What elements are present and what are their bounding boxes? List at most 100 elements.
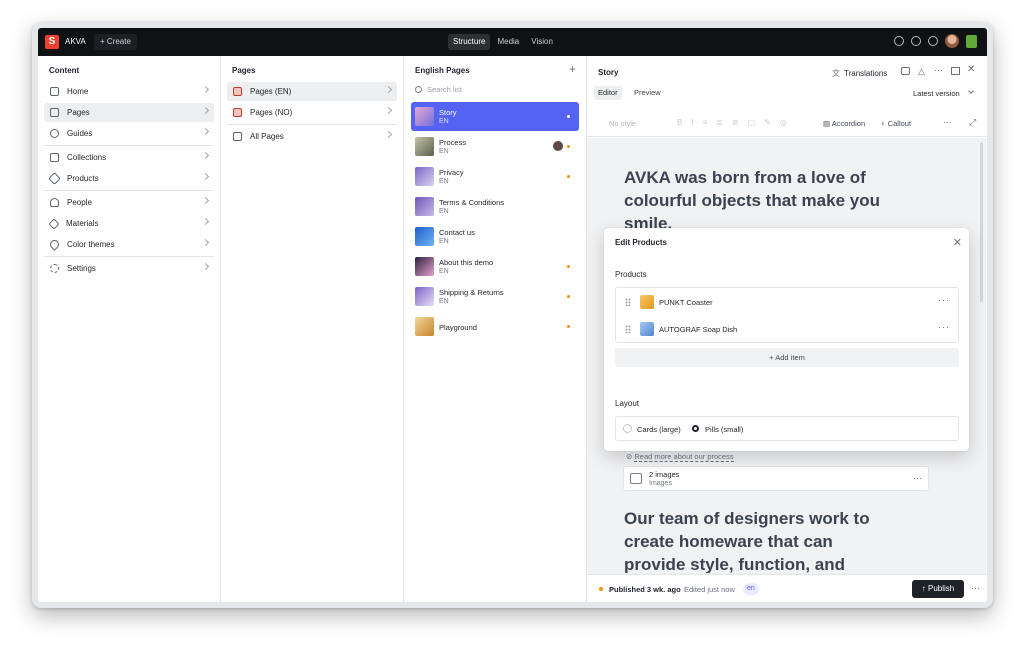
publish-label: Publish	[927, 584, 955, 593]
expand-icon[interactable]: ⤢	[969, 117, 976, 128]
nav-item-people[interactable]: People	[44, 193, 214, 212]
images-block[interactable]: 2 images Images ···	[623, 466, 929, 491]
more-icon[interactable]: ···	[934, 65, 943, 75]
chevron-right-icon	[201, 262, 210, 271]
image-icon[interactable]: ▢	[748, 118, 756, 127]
search-list-field[interactable]: Search list	[415, 83, 575, 97]
doc-item-shipping[interactable]: Shipping & Returns EN	[411, 282, 579, 311]
nav-label: All Pages	[250, 132, 284, 141]
doc-title: Contact us	[439, 228, 475, 237]
drag-handle-icon[interactable]	[625, 325, 631, 333]
doc-item-playground[interactable]: Playground	[411, 312, 579, 341]
split-pane-icon[interactable]	[951, 67, 960, 75]
presence-icon[interactable]	[928, 36, 938, 46]
comment-icon[interactable]	[901, 67, 910, 75]
bold-icon[interactable]: B	[677, 118, 682, 127]
toolbar-more-icon[interactable]: ···	[943, 117, 952, 127]
nav-label: Settings	[67, 264, 96, 273]
italic-icon[interactable]: I	[691, 118, 693, 127]
gear-icon	[50, 264, 59, 273]
globe-icon[interactable]: ◎	[780, 118, 787, 127]
footer-more-icon[interactable]: ···	[971, 583, 980, 593]
callout-button[interactable]: ♀ Callout	[880, 119, 911, 128]
doc-item-story[interactable]: Story EN	[411, 102, 579, 131]
pages-item-no[interactable]: Pages (NO)	[227, 103, 397, 122]
search-icon[interactable]	[894, 36, 904, 46]
tab-editor[interactable]: Editor	[594, 86, 622, 100]
pane-title-content: Content	[49, 66, 80, 75]
warning-icon[interactable]: △	[918, 66, 925, 77]
workspace-name[interactable]: AKVA	[65, 37, 86, 46]
nav-item-settings[interactable]: Settings	[44, 259, 214, 278]
chevron-right-icon	[201, 127, 210, 136]
nav-item-products[interactable]: Products	[44, 169, 214, 188]
nav-item-collections[interactable]: Collections	[44, 148, 214, 167]
item-more-icon[interactable]: ···	[938, 322, 950, 332]
version-select[interactable]: Latest version	[913, 89, 960, 98]
add-item-button[interactable]: + Add item	[615, 348, 959, 367]
list-icon[interactable]: ≡	[703, 118, 708, 127]
translations-button[interactable]: 文 Translations	[832, 68, 887, 79]
product-label: AUTOGRAF Soap Dish	[659, 325, 738, 334]
help-icon[interactable]	[911, 36, 921, 46]
close-icon[interactable]: ✕	[953, 236, 962, 249]
product-item[interactable]: AUTOGRAF Soap Dish ···	[616, 317, 958, 341]
doc-item-privacy[interactable]: Privacy EN	[411, 162, 579, 191]
doc-thumbnail	[415, 197, 434, 216]
doc-subtitle: EN	[439, 118, 449, 125]
radio-cards-large[interactable]	[623, 424, 632, 433]
user-avatar[interactable]	[945, 34, 959, 48]
doc-item-contact[interactable]: Contact us EN	[411, 222, 579, 251]
nav-label: Pages	[67, 108, 90, 117]
nav-item-materials[interactable]: Materials	[44, 214, 214, 233]
add-document-icon[interactable]: +	[569, 62, 576, 76]
radio-label[interactable]: Cards (large)	[637, 425, 681, 434]
item-more-icon[interactable]: ···	[938, 295, 950, 305]
link-icon[interactable]: ⊘	[732, 118, 739, 127]
chevron-right-icon	[201, 217, 210, 226]
doc-title: Process	[439, 138, 467, 147]
nav-item-home[interactable]: Home	[44, 82, 214, 101]
nav-item-pages[interactable]: Pages	[44, 103, 214, 122]
doc-subtitle: EN	[439, 298, 449, 305]
tool-structure[interactable]: Structure	[448, 34, 491, 50]
accordion-button[interactable]: ▤ Accordion	[823, 119, 865, 128]
nav-item-guides[interactable]: Guides	[44, 124, 214, 143]
style-select[interactable]: No style	[609, 119, 636, 128]
product-item[interactable]: PUNKT Coaster ···	[616, 290, 958, 314]
numbered-list-icon[interactable]: ≣	[716, 118, 723, 127]
nav-item-color-themes[interactable]: Color themes	[44, 235, 214, 254]
radio-pills-small[interactable]	[692, 425, 699, 432]
pane-title-pages: Pages	[232, 66, 256, 75]
sanity-logo-icon[interactable]: S	[45, 35, 59, 49]
image-icon	[630, 473, 642, 484]
pen-icon[interactable]: ✎	[764, 118, 771, 127]
publish-button[interactable]: ↑ Publish	[912, 580, 964, 598]
doc-item-about[interactable]: About this demo EN	[411, 252, 579, 281]
process-link[interactable]: ⊘ Read more about our process	[626, 452, 734, 462]
drag-handle-icon[interactable]	[625, 298, 631, 306]
page-icon	[233, 132, 242, 141]
tool-vision[interactable]: Vision	[526, 34, 558, 50]
diamond-icon	[48, 217, 60, 230]
create-button[interactable]: + Create	[94, 34, 137, 50]
tool-media[interactable]: Media	[492, 34, 524, 50]
nav-label: Products	[67, 174, 99, 183]
pages-item-en[interactable]: Pages (EN)	[227, 82, 397, 101]
editor-toolbar: No style B I ≡ ≣ ⊘ ▢ ✎ ◎ ▤ Accordion ♀ C…	[587, 111, 986, 137]
block-more-icon[interactable]: ···	[913, 473, 922, 483]
heading-line: provide style, function, and	[624, 555, 846, 573]
doc-item-process[interactable]: Process EN	[411, 132, 579, 161]
product-thumbnail	[640, 295, 654, 309]
doc-item-terms[interactable]: Terms & Conditions EN	[411, 192, 579, 221]
chevron-right-icon	[201, 85, 210, 94]
tab-preview[interactable]: Preview	[630, 86, 665, 100]
pages-item-all[interactable]: All Pages	[227, 127, 397, 146]
close-icon[interactable]: ✕	[967, 64, 975, 75]
shopify-icon[interactable]	[966, 34, 977, 48]
scrollbar[interactable]	[980, 142, 983, 302]
nav-label: Collections	[67, 153, 107, 162]
radio-label[interactable]: Pills (small)	[705, 425, 743, 434]
status-dot	[567, 115, 570, 118]
search-icon	[415, 86, 422, 93]
